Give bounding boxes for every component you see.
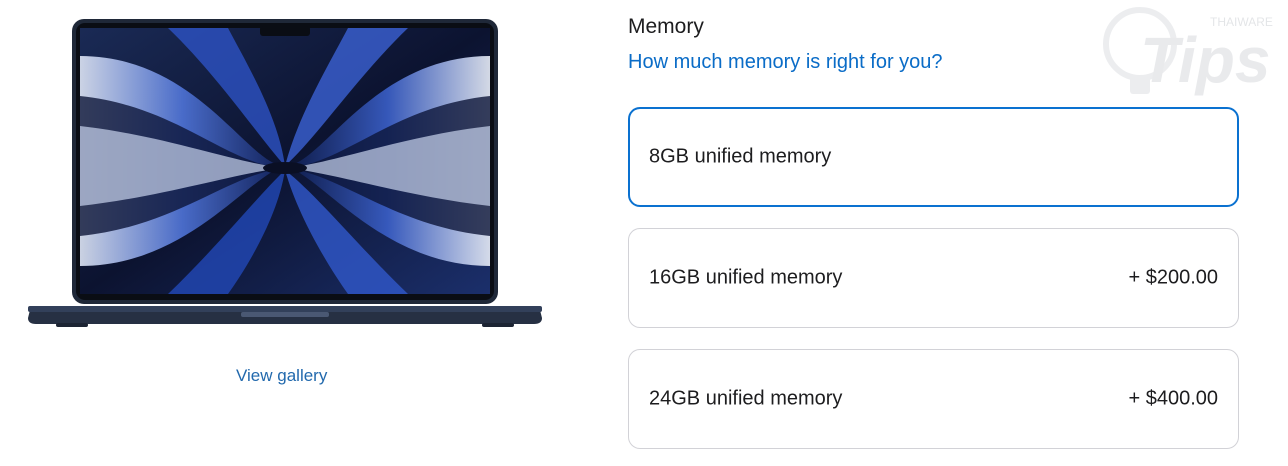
macbook-illustration <box>28 19 542 327</box>
memory-option-24gb[interactable]: 24GB unified memory + $400.00 <box>628 349 1239 449</box>
watermark-word: Tips <box>1140 24 1270 96</box>
memory-option-8gb[interactable]: 8GB unified memory <box>628 107 1239 207</box>
product-image <box>28 16 542 332</box>
thaiware-tips-watermark: THAIWARE Tips <box>1100 4 1282 104</box>
watermark-logo: THAIWARE Tips <box>1103 7 1273 96</box>
memory-option-16gb[interactable]: 16GB unified memory + $200.00 <box>628 228 1239 328</box>
memory-section-title: Memory <box>628 15 704 38</box>
memory-option-label: 16GB unified memory <box>649 266 843 289</box>
view-gallery-link[interactable]: View gallery <box>236 366 327 386</box>
memory-option-price: + $200.00 <box>1128 266 1218 289</box>
memory-option-label: 24GB unified memory <box>649 387 843 410</box>
memory-help-link[interactable]: How much memory is right for you? <box>628 51 943 74</box>
memory-option-price: + $400.00 <box>1128 387 1218 410</box>
memory-option-label: 8GB unified memory <box>649 145 832 168</box>
